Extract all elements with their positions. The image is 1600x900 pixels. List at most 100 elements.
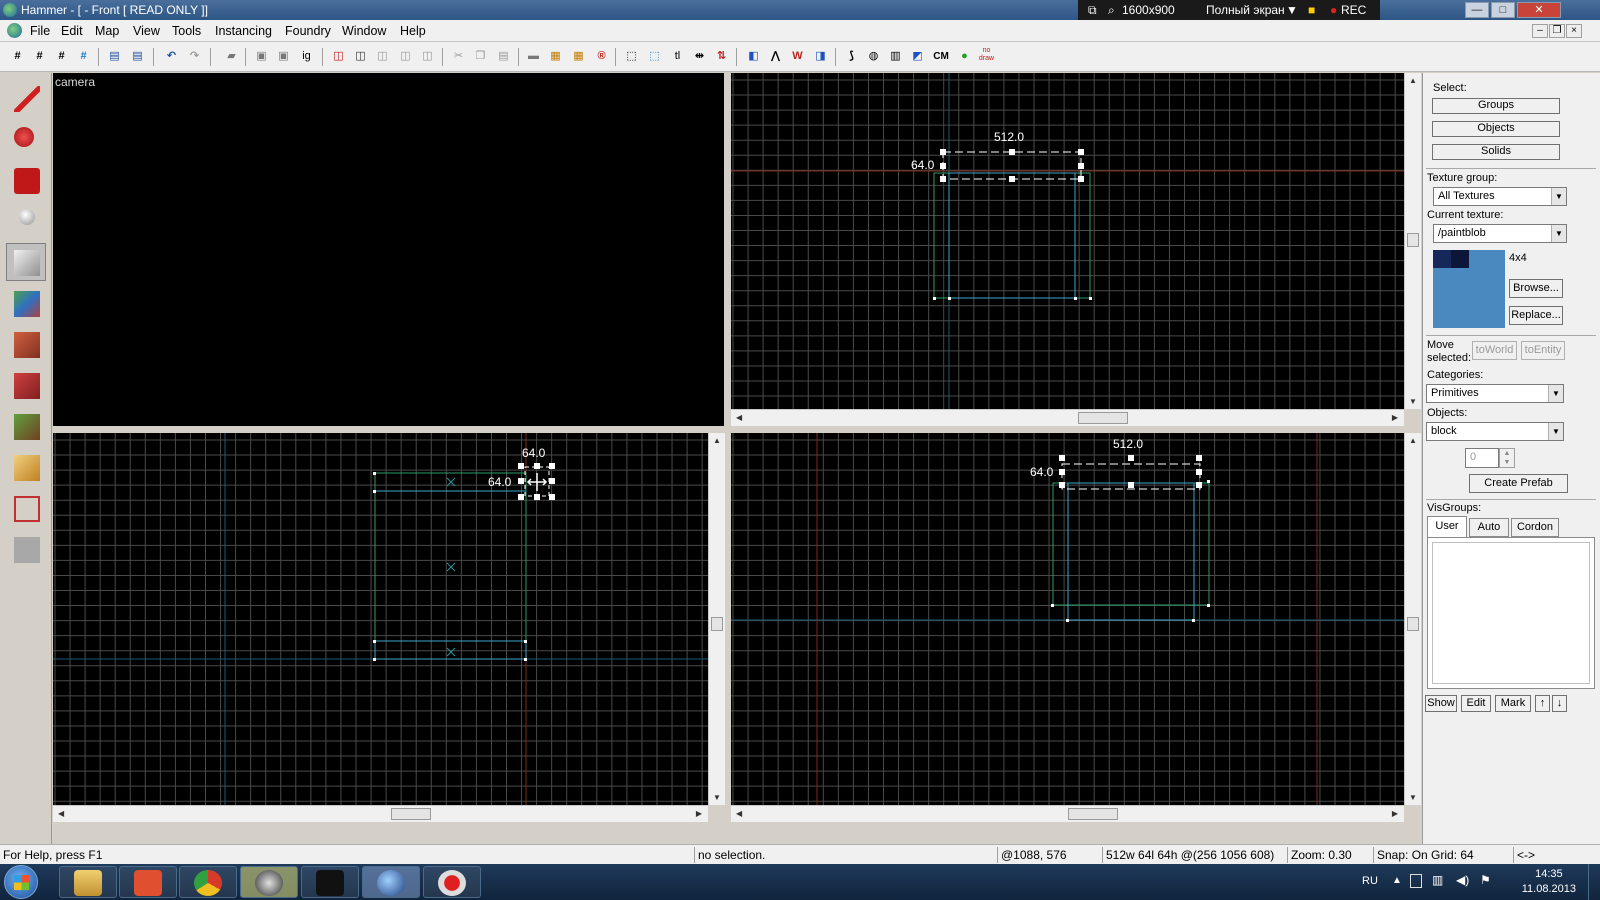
maximize-button[interactable]: □: [1491, 2, 1515, 18]
resize-handles[interactable]: [940, 149, 1084, 182]
scroll-down-icon[interactable]: ▼: [1409, 397, 1417, 406]
redo-icon[interactable]: ↷: [185, 47, 204, 66]
create-prefab-button[interactable]: Create Prefab: [1469, 474, 1568, 493]
mdi-restore-button[interactable]: ❐: [1549, 24, 1565, 38]
path-tool[interactable]: [6, 530, 46, 568]
decal-tool[interactable]: [6, 366, 46, 404]
recorder-rec[interactable]: REC: [1341, 3, 1366, 17]
mdi-close-button[interactable]: ×: [1566, 24, 1582, 38]
taskbar-steam[interactable]: [240, 866, 298, 898]
scroll-up-icon[interactable]: ▲: [1409, 436, 1417, 445]
chevron-down-icon[interactable]: ▼: [1551, 225, 1566, 242]
camera-icon[interactable]: ■: [1308, 3, 1315, 17]
scroll-thumb[interactable]: [1068, 808, 1118, 820]
side-viewport[interactable]: 512.0 64.0: [731, 433, 1404, 805]
run-map-icon[interactable]: ●: [955, 47, 974, 66]
menu-tools[interactable]: Tools: [172, 24, 201, 38]
camera-tool[interactable]: [6, 161, 46, 199]
material-icon[interactable]: ▥: [886, 47, 905, 66]
scroll-right-icon[interactable]: ▶: [1392, 413, 1398, 422]
ungroup-icon[interactable]: ▤: [128, 47, 147, 66]
move-up-icon[interactable]: ↑: [1535, 695, 1550, 712]
vertex-tool-icon[interactable]: ⟆: [842, 47, 861, 66]
magnify-tool[interactable]: [6, 120, 46, 158]
select-solids-button[interactable]: Solids: [1432, 144, 1560, 160]
toggle-tl-icon[interactable]: tl: [668, 47, 687, 66]
objects-select[interactable]: block ▼: [1426, 422, 1564, 441]
recorder-mode[interactable]: Полный экран: [1206, 3, 1285, 17]
current-texture-select[interactable]: /paintblob ▼: [1433, 224, 1567, 243]
horizontal-scrollbar[interactable]: ◀ ▶: [53, 805, 708, 822]
grid-3d-icon[interactable]: #: [74, 47, 93, 66]
tab-cordon[interactable]: Cordon: [1511, 518, 1559, 537]
toggle-texture-icon[interactable]: ◫: [373, 47, 392, 66]
ignore-groups-icon[interactable]: ig: [297, 47, 316, 66]
spin-arrows[interactable]: ▲ ▼: [1499, 448, 1515, 468]
cut-icon[interactable]: ✂: [449, 47, 468, 66]
entity-tool[interactable]: [6, 202, 46, 240]
scroll-up-icon[interactable]: ▲: [1409, 76, 1417, 85]
select-by-handle-icon[interactable]: ⬚: [645, 47, 664, 66]
restore-icon[interactable]: ⧉: [1088, 3, 1097, 18]
grid-smaller-icon[interactable]: #: [30, 47, 49, 66]
brush-outline-green[interactable]: [1052, 482, 1210, 606]
tab-auto[interactable]: Auto: [1469, 518, 1509, 537]
menu-help[interactable]: Help: [400, 24, 426, 38]
mdi-minimize-button[interactable]: –: [1532, 24, 1548, 38]
frequency-input[interactable]: 0: [1465, 448, 1499, 468]
taskbar-explorer[interactable]: [59, 866, 117, 898]
carve-icon[interactable]: ▰: [222, 47, 241, 66]
visgroup-mark-button[interactable]: Mark: [1495, 695, 1531, 712]
front-viewport[interactable]: 64.0 64.0: [53, 433, 708, 805]
hide-unselected-icon[interactable]: ▣: [274, 47, 293, 66]
scroll-left-icon[interactable]: ◀: [736, 413, 742, 422]
model-icon[interactable]: ◍: [864, 47, 883, 66]
clipping-tool[interactable]: [6, 448, 46, 486]
menu-file[interactable]: File: [30, 24, 50, 38]
chevron-down-icon[interactable]: ▼: [1551, 188, 1566, 205]
selection-tool[interactable]: [6, 79, 46, 117]
document-icon[interactable]: [7, 23, 22, 38]
grid-larger-icon[interactable]: #: [52, 47, 71, 66]
language-indicator[interactable]: RU: [1362, 875, 1378, 887]
flat-icon[interactable]: ◫: [418, 47, 437, 66]
menu-foundry[interactable]: Foundry: [285, 24, 331, 38]
flip-horizontal-icon[interactable]: ⇹: [690, 47, 709, 66]
start-button[interactable]: [4, 865, 38, 899]
scroll-down-icon[interactable]: ▼: [1409, 793, 1417, 802]
top-viewport[interactable]: 512.0 64.0: [731, 73, 1404, 409]
taskbar-hammer[interactable]: [362, 866, 420, 898]
grid-toggle-icon[interactable]: #: [8, 47, 27, 66]
show-desktop-button[interactable]: [1588, 864, 1600, 900]
menu-window[interactable]: Window: [342, 24, 386, 38]
close-button[interactable]: ✕: [1517, 2, 1561, 18]
texture-group-select[interactable]: All Textures ▼: [1433, 187, 1567, 206]
chevron-down-icon[interactable]: ▼: [1548, 385, 1563, 402]
show-helpers-icon[interactable]: ▦: [546, 47, 565, 66]
hide-selected-icon[interactable]: ▣: [252, 47, 271, 66]
scroll-right-icon[interactable]: ▶: [696, 809, 702, 818]
brush-outline-green[interactable]: [933, 172, 1091, 299]
chevron-down-icon[interactable]: ▼: [1548, 423, 1563, 440]
taskbar-office[interactable]: [119, 866, 177, 898]
selection-box[interactable]: [942, 151, 1082, 180]
browse-button[interactable]: Browse...: [1509, 279, 1563, 298]
menu-edit[interactable]: Edit: [61, 24, 83, 38]
clock[interactable]: 14:35 11.08.2013: [1522, 867, 1576, 897]
brush-bottom-cyan[interactable]: [374, 640, 527, 660]
group-icon[interactable]: ▤: [105, 47, 124, 66]
to-world-button[interactable]: toWorld: [1472, 341, 1517, 360]
texture-scale-lock-icon[interactable]: ◫: [351, 47, 370, 66]
brush-icon[interactable]: ◩: [908, 47, 927, 66]
tray-device-icon[interactable]: [1410, 874, 1422, 888]
network-icon[interactable]: ▥: [1432, 873, 1443, 887]
vertical-scrollbar[interactable]: ▲ ▼: [708, 433, 725, 805]
undo-icon[interactable]: ↶: [162, 47, 181, 66]
copy-icon[interactable]: ❐: [471, 47, 490, 66]
visgroup-edit-button[interactable]: Edit: [1461, 695, 1491, 712]
texture-preview[interactable]: [1433, 250, 1505, 328]
vertex-tool[interactable]: [6, 489, 46, 527]
cubemap-icon[interactable]: CM: [930, 47, 952, 66]
minimize-button[interactable]: —: [1465, 2, 1489, 18]
taskbar-chrome[interactable]: [179, 866, 237, 898]
